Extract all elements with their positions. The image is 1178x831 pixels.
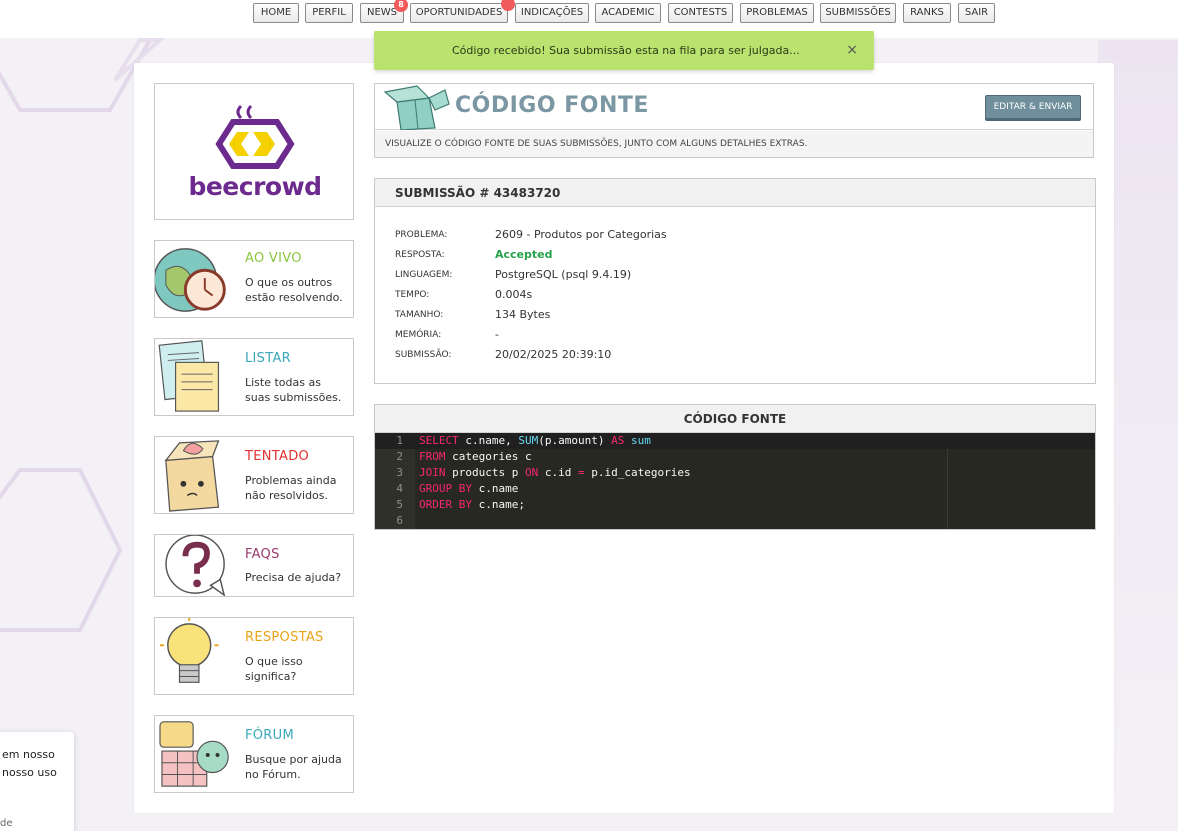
detail-row-linguagem: LINGUAGEM: PostgreSQL (psql 9.4.19) — [375, 265, 1095, 285]
sidebar-title-forum: FÓRUM — [245, 728, 294, 743]
nav-perfil[interactable]: PERFIL — [305, 3, 353, 23]
globe-clock-icon — [155, 248, 226, 312]
detail-key: RESPOSTA: — [395, 250, 445, 260]
line-number: 1 — [396, 434, 403, 447]
detail-value: 20/02/2025 20:39:10 — [495, 348, 612, 361]
sidebar-card-forum[interactable]: FÓRUM Busque por ajuda no Fórum. — [154, 715, 354, 793]
nav-indicacoes[interactable]: INDICAÇÕES — [515, 3, 589, 23]
cookie-text: em nosso — [2, 748, 55, 761]
detail-key: PROBLEMA: — [395, 230, 448, 240]
beecrowd-logo-box[interactable]: beecrowd — [154, 83, 354, 220]
sidebar-card-ao-vivo[interactable]: AO VIVO O que os outros estão resolvendo… — [154, 240, 354, 318]
code-panel-title: CÓDIGO FONTE — [375, 405, 1095, 433]
notification-dot — [501, 0, 515, 11]
detail-value: - — [495, 328, 499, 341]
nav-oportunidades-label: OPORTUNIDADES — [415, 7, 503, 18]
detail-value: 134 Bytes — [495, 308, 551, 321]
close-icon[interactable]: × — [846, 31, 858, 70]
nav-ranks[interactable]: RANKS — [903, 3, 951, 23]
question-bubble-icon — [165, 535, 226, 596]
detail-row-problema: PROBLEMA: 2609 - Produtos por Categorias — [375, 225, 1095, 245]
line-number: 4 — [396, 482, 403, 495]
nav-oportunidades[interactable]: OPORTUNIDADES — [410, 0, 515, 23]
sidebar-desc-faqs: Precisa de ajuda? — [245, 571, 342, 584]
cookie-consent-popup: em nosso nosso uso de — [0, 732, 74, 831]
sidebar-title-tentado: TENTADO — [245, 449, 310, 464]
detail-key: TEMPO: — [395, 290, 430, 300]
source-code-panel: CÓDIGO FONTE 1 SELECT c.name, SUM(p.amoun… — [374, 404, 1096, 530]
nav-home[interactable]: HOME — [253, 3, 299, 23]
code-text: JOIN products p ON c.id = p.id_categorie… — [419, 466, 691, 479]
detail-key: MEMÓRIA: — [395, 330, 442, 340]
sidebar-card-faqs[interactable]: FAQS Precisa de ajuda? — [154, 534, 354, 597]
nav-academic[interactable]: ACADEMIC — [595, 3, 661, 23]
news-count-badge: 8 — [394, 0, 408, 12]
sidebar-title-ao-vivo: AO VIVO — [245, 251, 302, 266]
detail-row-submissao: SUBMISSÃO: 20/02/2025 20:39:10 — [375, 345, 1095, 365]
toast-message: Código recebido! Sua submissão esta na f… — [452, 44, 800, 57]
code-line: 6 — [375, 513, 1095, 529]
problem-link[interactable]: 2609 - Produtos por Categorias — [495, 225, 667, 245]
nav-submissoes[interactable]: SUBMISSÕES — [820, 3, 896, 23]
code-line: 1 SELECT c.name, SUM(p.amount) AS sum — [375, 433, 1095, 449]
line-number: 6 — [396, 514, 403, 527]
detail-key: SUBMISSÃO: — [395, 350, 452, 360]
sidebar-desc-respostas: O que isso significa? — [245, 655, 303, 683]
detail-row-tempo: TEMPO: 0.004s — [375, 285, 1095, 305]
detail-row-resposta: RESPOSTA: Accepted — [375, 245, 1095, 265]
code-text: FROM categories c — [419, 450, 532, 463]
detail-value: 0.004s — [495, 288, 533, 301]
code-line: 3 JOIN products p ON c.id = p.id_categori… — [375, 465, 1095, 481]
lightbulb-icon — [159, 618, 219, 683]
code-line: 5 ORDER BY c.name; — [375, 497, 1095, 513]
sidebar-desc-ao-vivo: O que os outros estão resolvendo. — [245, 276, 343, 304]
line-number: 5 — [396, 498, 403, 511]
sidebar-desc-forum: Busque por ajuda no Fórum. — [245, 753, 342, 781]
detail-value: PostgreSQL (psql 9.4.19) — [495, 268, 632, 281]
beecrowd-logo-text: beecrowd — [188, 172, 322, 201]
page-title: CÓDIGO FONTE — [455, 93, 649, 118]
submission-details-panel: SUBMISSÃO # 43483720 PROBLEMA: 2609 - Pr… — [374, 178, 1096, 384]
sidebar-desc-tentado: Problemas ainda não resolvidos. — [245, 474, 337, 502]
verdict-accepted: Accepted — [495, 248, 553, 261]
header-top-bar: CÓDIGO FONTE EDITAR & ENVIAR — [375, 84, 1093, 130]
open-box-icon — [383, 85, 450, 130]
sidebar-desc-listar: Liste todas as suas submissões. — [245, 376, 342, 404]
code-text: ORDER BY c.name; — [419, 498, 525, 511]
code-line: 4 GROUP BY c.name — [375, 481, 1095, 497]
nav-contests[interactable]: CONTESTS — [668, 3, 733, 23]
papers-icon — [158, 340, 220, 412]
code-line: 2 FROM categories c — [375, 449, 1095, 465]
code-text: SELECT c.name, SUM(p.amount) AS sum — [419, 434, 651, 447]
submission-received-toast: Código recebido! Sua submissão esta na f… — [374, 31, 874, 70]
cookie-text: nosso uso — [2, 766, 57, 779]
detail-row-memoria: MEMÓRIA: - — [375, 325, 1095, 345]
sidebar-title-listar: LISTAR — [245, 351, 291, 366]
sidebar-title-respostas: RESPOSTAS — [245, 630, 324, 645]
nav-sair[interactable]: SAIR — [958, 3, 995, 23]
detail-row-tamanho: TAMANHO: 134 Bytes — [375, 305, 1095, 325]
code-text: GROUP BY c.name — [419, 482, 519, 495]
page-description: VISUALIZE O CÓDIGO FONTE DE SUAS SUBMISS… — [375, 131, 1093, 157]
nav-problemas[interactable]: PROBLEMAS — [740, 3, 814, 23]
detail-key: TAMANHO: — [395, 310, 444, 320]
source-code-header-panel: CÓDIGO FONTE EDITAR & ENVIAR VISUALIZE O… — [374, 83, 1094, 158]
box-face-icon — [164, 440, 220, 512]
edit-and-submit-button[interactable]: EDITAR & ENVIAR — [985, 95, 1081, 119]
nav-news-label: NEWS — [366, 7, 398, 18]
forum-icon — [159, 721, 229, 787]
sidebar-card-listar[interactable]: LISTAR Liste todas as suas submissões. — [154, 338, 354, 416]
detail-key: LINGUAGEM: — [395, 270, 453, 280]
nav-news[interactable]: NEWS 8 — [360, 0, 408, 23]
beecrowd-logo-icon — [215, 104, 295, 169]
sidebar-card-respostas[interactable]: RESPOSTAS O que isso significa? — [154, 617, 354, 695]
sidebar-card-tentado[interactable]: TENTADO Problemas ainda não resolvidos. — [154, 436, 354, 514]
line-number: 2 — [396, 450, 403, 463]
submission-title: SUBMISSÃO # 43483720 — [375, 179, 1095, 207]
sidebar-title-faqs: FAQS — [245, 547, 280, 562]
cookie-text: de — [0, 818, 13, 829]
line-number: 3 — [396, 466, 403, 479]
